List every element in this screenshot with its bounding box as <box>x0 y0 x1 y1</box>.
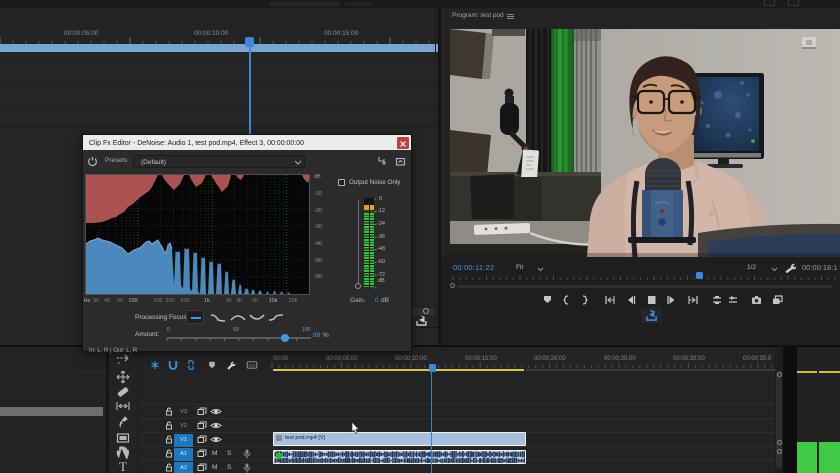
svg-text:CC: CC <box>249 363 256 369</box>
svg-text:T: T <box>119 459 127 473</box>
